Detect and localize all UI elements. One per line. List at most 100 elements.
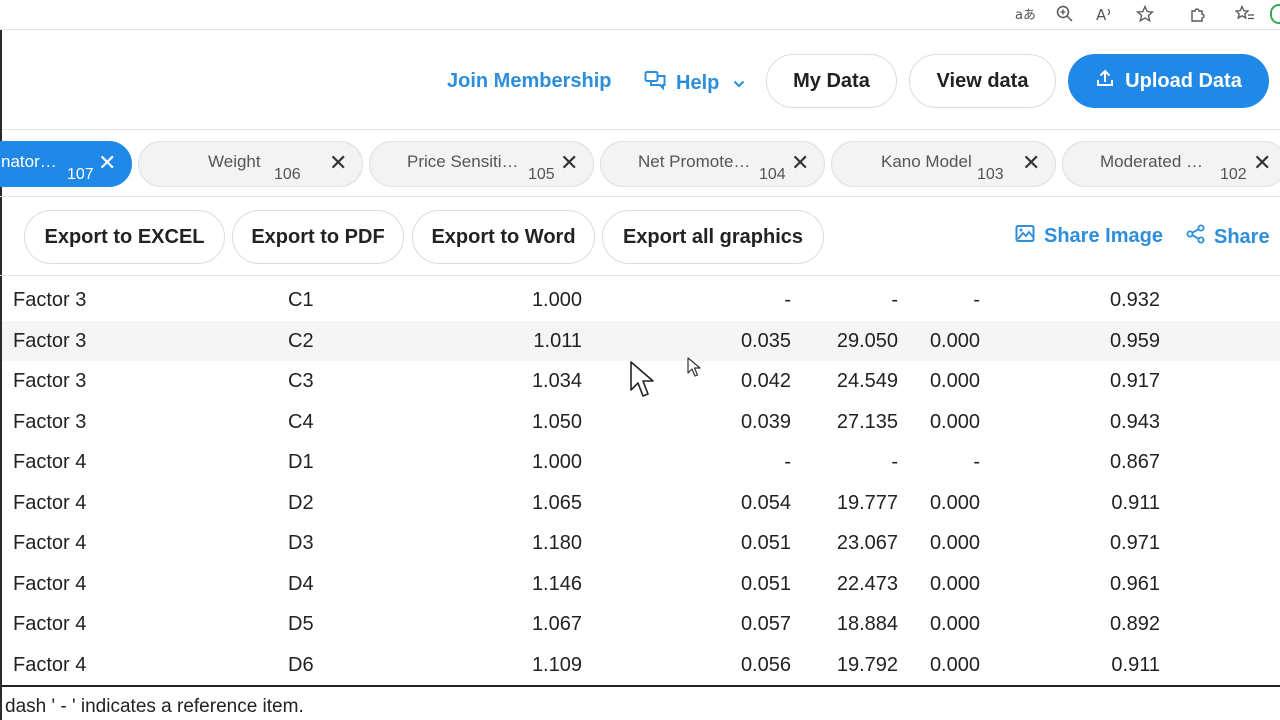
item-cell: D5 — [288, 613, 314, 635]
results-table: Factor 3 C1 1.000 - - - 0.932 Factor 3 C… — [2, 280, 1280, 685]
std-error-cell: - — [784, 289, 791, 311]
mouse-cursor-icon — [630, 361, 654, 397]
share-link[interactable]: Share — [1186, 224, 1270, 250]
item-cell: D3 — [288, 532, 314, 554]
tab-price-sensitivity[interactable]: Price Sensiti… 105 ✕ — [369, 141, 594, 187]
std-error-cell: - — [784, 451, 791, 473]
tab-net-promoter[interactable]: Net Promote… 104 ✕ — [600, 141, 825, 187]
table-row: Factor 4 D5 1.067 0.057 18.884 0.000 0.8… — [2, 604, 1280, 645]
p-value-cell: - — [973, 289, 980, 311]
item-cell: D2 — [288, 491, 314, 514]
factor-cell: Factor 3 — [13, 410, 87, 433]
std-error-cell: 0.056 — [740, 653, 791, 676]
browser-toolbar: aあ A — [0, 0, 1280, 30]
table-row: Factor 3 C1 1.000 - - - 0.932 — [2, 280, 1280, 321]
share-image-label: Share Image — [1044, 225, 1163, 247]
table-row: Factor 3 C4 1.050 0.039 27.135 0.000 0.9… — [2, 402, 1280, 443]
z-value-cell: 29.050 — [836, 329, 898, 352]
item-cell: C3 — [288, 370, 314, 392]
estimate-cell: 1.146 — [531, 572, 582, 595]
z-value-cell: 18.884 — [836, 613, 898, 635]
p-value-cell: 0.000 — [929, 491, 980, 514]
z-value-cell: - — [891, 289, 898, 311]
std-error-cell: 0.054 — [740, 491, 791, 514]
p-value-cell: 0.000 — [929, 329, 980, 352]
std-error-cell: 0.039 — [740, 410, 791, 433]
close-icon[interactable]: ✕ — [329, 150, 347, 176]
item-cell: C1 — [288, 289, 314, 311]
analysis-tabs: nator… 107 ✕ Weight 106 ✕ Price Sensiti…… — [0, 131, 1280, 197]
p-value-cell: 0.000 — [929, 653, 980, 676]
p-value-cell: 0.000 — [929, 410, 980, 433]
p-value-cell: 0.000 — [929, 370, 980, 392]
my-data-button[interactable]: My Data — [766, 54, 897, 108]
factor-cell: Factor 4 — [13, 491, 87, 514]
tab-label: Kano Model — [881, 152, 972, 171]
item-cell: C2 — [288, 329, 314, 352]
close-icon[interactable]: ✕ — [560, 150, 578, 176]
tab-kano-model[interactable]: Kano Model 103 ✕ — [831, 141, 1056, 187]
factor-cell: Factor 3 — [13, 370, 87, 392]
z-value-cell: - — [891, 451, 898, 473]
favorites-list-icon[interactable] — [1232, 3, 1258, 25]
translate-icon[interactable]: aあ — [1012, 3, 1038, 25]
tab-moderated[interactable]: Moderated … 102 ✕ — [1062, 141, 1280, 187]
table-footnote: dash ' - ' indicates a reference item. — [5, 696, 304, 717]
estimate-cell: 1.067 — [531, 613, 582, 635]
table-row: Factor 4 D3 1.180 0.051 23.067 0.000 0.9… — [2, 523, 1280, 564]
close-icon[interactable]: ✕ — [98, 150, 116, 176]
z-value-cell: 27.135 — [836, 410, 898, 433]
std-error-cell: 0.051 — [740, 572, 791, 595]
view-data-button[interactable]: View data — [909, 54, 1056, 108]
export-excel-button[interactable]: Export to EXCEL — [24, 210, 225, 264]
close-icon[interactable]: ✕ — [1253, 150, 1271, 176]
read-aloud-icon[interactable]: A — [1092, 3, 1118, 25]
z-value-cell: 24.549 — [836, 370, 898, 392]
zoom-icon[interactable] — [1052, 3, 1078, 25]
estimate-cell: 1.000 — [531, 451, 582, 473]
item-cell: C4 — [288, 410, 314, 433]
estimate-cell: 1.050 — [531, 410, 582, 433]
export-word-button[interactable]: Export to Word — [412, 210, 595, 264]
svg-text:aあ: aあ — [1015, 8, 1035, 22]
z-value-cell: 19.792 — [836, 653, 898, 676]
tab-label: Moderated … — [1100, 152, 1203, 171]
close-icon[interactable]: ✕ — [791, 150, 809, 176]
share-icon — [1186, 224, 1206, 250]
z-value-cell: 23.067 — [836, 532, 898, 554]
extensions-icon[interactable] — [1185, 3, 1211, 25]
table-row: Factor 4 D4 1.146 0.051 22.473 0.000 0.9… — [2, 564, 1280, 605]
export-pdf-button[interactable]: Export to PDF — [232, 210, 404, 264]
help-chat-icon — [644, 70, 666, 96]
help-menu[interactable]: Help — [644, 70, 745, 96]
upload-icon — [1095, 68, 1115, 94]
svg-text:A: A — [1096, 6, 1107, 23]
tab-label: Weight — [208, 152, 261, 171]
table-row: Factor 4 D2 1.065 0.054 19.777 0.000 0.9… — [2, 483, 1280, 524]
favorite-star-icon[interactable] — [1132, 3, 1158, 25]
tab-weight[interactable]: Weight 106 ✕ — [138, 141, 363, 187]
estimate-cell: 1.000 — [531, 289, 582, 311]
profile-indicator[interactable] — [1270, 4, 1280, 24]
std-estimate-cell: 0.911 — [1111, 653, 1160, 676]
std-error-cell: 0.057 — [740, 613, 791, 635]
tab-count: 104 — [759, 166, 786, 183]
factor-cell: Factor 4 — [13, 572, 87, 595]
tab-count: 107 — [67, 166, 94, 183]
share-image-link[interactable]: Share Image — [1015, 224, 1163, 249]
close-icon[interactable]: ✕ — [1022, 150, 1040, 176]
std-error-cell: 0.042 — [740, 370, 791, 392]
std-estimate-cell: 0.911 — [1111, 491, 1160, 514]
table-row: Factor 3 C2 1.011 0.035 29.050 0.000 0.9… — [2, 320, 1280, 361]
tab-label: nator… — [1, 152, 57, 171]
export-graphics-button[interactable]: Export all graphics — [602, 210, 824, 264]
factor-cell: Factor 3 — [13, 329, 87, 352]
item-cell: D4 — [288, 572, 314, 595]
estimate-cell: 1.065 — [531, 491, 582, 514]
join-membership-link[interactable]: Join Membership — [447, 70, 611, 93]
upload-data-button[interactable]: Upload Data — [1068, 54, 1269, 108]
p-value-cell: 0.000 — [929, 613, 980, 635]
share-label: Share — [1214, 225, 1270, 248]
factor-cell: Factor 4 — [13, 613, 87, 635]
tab-analysis-107[interactable]: nator… 107 ✕ — [0, 141, 132, 187]
